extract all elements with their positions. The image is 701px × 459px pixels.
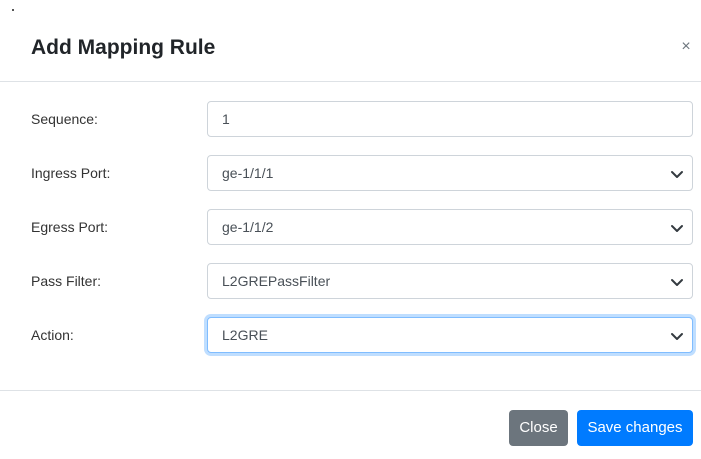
dialog-body: Sequence: 1 Ingress Port: ge-1/1/1 Egres…	[0, 82, 701, 390]
ingress-port-select[interactable]: ge-1/1/1	[207, 155, 693, 191]
dialog-title: Add Mapping Rule	[31, 36, 216, 59]
chevron-down-icon	[671, 171, 683, 178]
sequence-label: Sequence:	[31, 111, 98, 127]
ingress-port-label: Ingress Port:	[31, 165, 111, 181]
pass-filter-row: Pass Filter: L2GREPassFilter	[0, 263, 701, 299]
sequence-row: Sequence: 1	[0, 101, 701, 137]
ingress-port-row: Ingress Port: ge-1/1/1	[0, 155, 701, 191]
ingress-port-value: ge-1/1/1	[222, 165, 274, 181]
egress-port-value: ge-1/1/2	[222, 219, 274, 235]
action-value: L2GRE	[222, 327, 268, 343]
action-row: Action: L2GRE	[0, 317, 701, 353]
save-changes-button[interactable]: Save changes	[577, 410, 693, 446]
egress-port-select[interactable]: ge-1/1/2	[207, 209, 693, 245]
action-select[interactable]: L2GRE	[207, 317, 693, 353]
action-label: Action:	[31, 327, 74, 343]
close-icon[interactable]: ×	[679, 37, 693, 57]
close-button[interactable]: Close	[509, 410, 568, 446]
sequence-input[interactable]: 1	[207, 101, 693, 137]
pass-filter-select[interactable]: L2GREPassFilter	[207, 263, 693, 299]
egress-port-row: Egress Port: ge-1/1/2	[0, 209, 701, 245]
pass-filter-label: Pass Filter:	[31, 273, 102, 289]
egress-port-label: Egress Port:	[31, 219, 109, 235]
pass-filter-value: L2GREPassFilter	[222, 273, 331, 289]
chevron-down-icon	[671, 225, 683, 232]
chevron-down-icon	[671, 279, 683, 286]
dialog-header: Add Mapping Rule ×	[0, 0, 701, 82]
dialog-footer: Close Save changes	[0, 390, 701, 459]
add-mapping-rule-dialog: Add Mapping Rule × Sequence: 1 Ingress P…	[0, 0, 701, 459]
chevron-down-icon	[671, 333, 683, 340]
